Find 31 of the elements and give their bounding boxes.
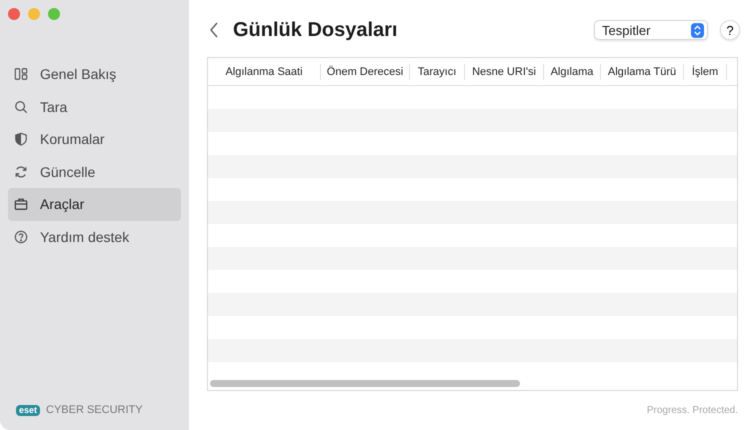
- scrollbar-thumb[interactable]: [210, 380, 520, 387]
- log-type-select[interactable]: Tespitler: [594, 20, 708, 40]
- help-button[interactable]: ?: [720, 20, 740, 40]
- column-header[interactable]: Önem Derecesi: [321, 64, 410, 80]
- page-title: Günlük Dosyaları: [233, 18, 398, 42]
- column-header[interactable]: Algılanma Saati: [208, 64, 321, 80]
- tagline: Progress. Protected.: [646, 405, 738, 416]
- stepper-icon: [691, 22, 704, 38]
- minimize-button[interactable]: [28, 8, 40, 20]
- column-header[interactable]: Algılama Türü: [601, 64, 684, 80]
- close-button[interactable]: [8, 8, 20, 20]
- column-header[interactable]: Nesne URI'si: [465, 64, 544, 80]
- help-icon: [14, 230, 28, 244]
- shield-icon: [14, 132, 28, 146]
- sidebar-item[interactable]: Korumalar: [8, 123, 181, 156]
- column-header[interactable]: Tarayıcı: [410, 64, 465, 80]
- column-header[interactable]: Algılama: [544, 64, 601, 80]
- refresh-icon: [14, 164, 28, 179]
- sidebar-item[interactable]: Araçlar: [8, 188, 181, 220]
- search-icon: [14, 100, 28, 114]
- sidebar-item[interactable]: Güncelle: [8, 156, 181, 188]
- product-name: CYBER SECURITY: [46, 404, 143, 416]
- briefcase-icon: [14, 197, 28, 212]
- sidebar-item[interactable]: Genel Bakış: [8, 58, 181, 90]
- zoom-button[interactable]: [48, 8, 60, 20]
- back-button[interactable]: [209, 22, 219, 38]
- sidebar-item[interactable]: Yardım destek: [8, 220, 181, 253]
- column-header[interactable]: İşlem: [684, 64, 727, 80]
- brand-logo: eset: [16, 404, 40, 416]
- sidebar-item[interactable]: Tara: [8, 90, 181, 123]
- grid-icon: [14, 67, 28, 82]
